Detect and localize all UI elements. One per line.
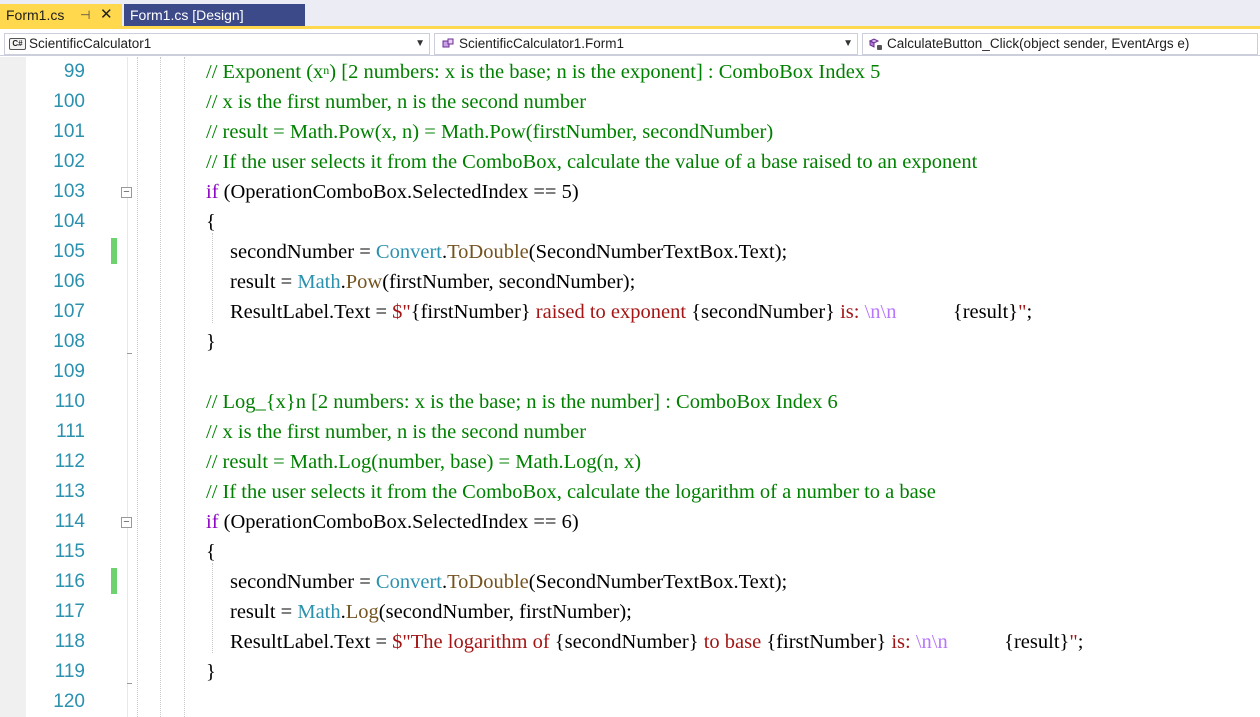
code-line-119[interactable]: }: [206, 657, 216, 687]
class-dropdown[interactable]: ScientificCalculator1.Form1 ▼: [434, 33, 858, 55]
code-line-105[interactable]: secondNumber = Convert.ToDouble(SecondNu…: [230, 237, 787, 267]
code-line-100[interactable]: // x is the first number, n is the secon…: [206, 87, 586, 117]
code-line-112[interactable]: // result = Math.Log(number, base) = Mat…: [206, 447, 641, 477]
code-line-110[interactable]: // Log_{x}n [2 numbers: x is the base; n…: [206, 387, 838, 417]
code-line-101[interactable]: // result = Math.Pow(x, n) = Math.Pow(fi…: [206, 117, 773, 147]
line-number: 101: [53, 121, 85, 142]
indent-guide: [137, 57, 138, 717]
project-dropdown[interactable]: C# ScientificCalculator1 ▼: [4, 33, 430, 55]
indent-guide: [184, 57, 185, 717]
code-line-107[interactable]: ResultLabel.Text = $"{firstNumber} raise…: [230, 297, 1032, 327]
selection-margin[interactable]: [0, 57, 26, 717]
line-number: 109: [53, 361, 85, 382]
line-number: 107: [53, 301, 85, 322]
line-number: 102: [53, 151, 85, 172]
line-number: 106: [53, 271, 85, 292]
indent-guide: [160, 57, 161, 717]
line-number: 99: [63, 61, 85, 82]
line-number: 118: [54, 631, 85, 652]
tab-form1-design[interactable]: Form1.cs [Design]: [124, 4, 305, 26]
line-number: 108: [53, 331, 85, 352]
line-number: 100: [53, 91, 85, 112]
code-line-113[interactable]: // If the user selects it from the Combo…: [206, 477, 936, 507]
collapse-icon[interactable]: −: [121, 517, 132, 528]
line-number: 111: [56, 421, 85, 442]
indent-guide: [212, 563, 213, 653]
tab-label: Form1.cs [Design]: [130, 7, 244, 23]
line-number: 114: [54, 511, 85, 532]
line-number: 115: [54, 541, 85, 562]
outline-margin-line: [127, 57, 128, 717]
code-line-106[interactable]: result = Math.Pow(firstNumber, secondNum…: [230, 267, 635, 297]
method-icon: [868, 38, 882, 50]
tab-label: Form1.cs: [6, 7, 65, 23]
member-dropdown-label: CalculateButton_Click(object sender, Eve…: [887, 36, 1190, 51]
code-line-102[interactable]: // If the user selects it from the Combo…: [206, 147, 977, 177]
line-number: 119: [54, 661, 85, 682]
project-dropdown-label: ScientificCalculator1: [29, 36, 152, 51]
line-number: 105: [53, 241, 85, 262]
member-dropdown[interactable]: CalculateButton_Click(object sender, Eve…: [862, 33, 1258, 55]
change-marker: [111, 568, 117, 594]
line-number: 110: [54, 391, 85, 412]
line-number: 112: [54, 451, 85, 472]
change-marker: [111, 238, 117, 264]
tab-form1-cs[interactable]: Form1.cs ⊣ ✕: [0, 4, 122, 26]
indent-guide: [212, 233, 213, 323]
code-line-114[interactable]: if (OperationComboBox.SelectedIndex == 6…: [206, 507, 579, 537]
code-line-111[interactable]: // x is the first number, n is the secon…: [206, 417, 586, 447]
class-dropdown-label: ScientificCalculator1.Form1: [459, 36, 625, 51]
code-line-104[interactable]: {: [206, 207, 216, 237]
code-line-116[interactable]: secondNumber = Convert.ToDouble(SecondNu…: [230, 567, 787, 597]
line-number: 116: [54, 571, 85, 592]
line-number: 117: [54, 601, 85, 622]
chevron-down-icon: ▼: [843, 38, 853, 49]
code-line-99[interactable]: // Exponent (xn) [2 numbers: x is the ba…: [206, 57, 880, 87]
csharp-project-icon: C#: [9, 38, 26, 50]
navigation-bar: C# ScientificCalculator1 ▼ ScientificCal…: [0, 32, 1260, 56]
code-line-118[interactable]: ResultLabel.Text = $"The logarithm of {s…: [230, 627, 1083, 657]
code-line-103[interactable]: if (OperationComboBox.SelectedIndex == 5…: [206, 177, 579, 207]
code-line-115[interactable]: {: [206, 537, 216, 567]
code-editor[interactable]: − − 99 100 101 102 103 104 105 106 107 1…: [0, 57, 1260, 717]
fold-end-marker: [127, 683, 132, 684]
code-line-117[interactable]: result = Math.Log(secondNumber, firstNum…: [230, 597, 632, 627]
close-icon[interactable]: ✕: [100, 4, 113, 26]
code-line-108[interactable]: }: [206, 327, 216, 357]
class-icon: [442, 38, 454, 48]
fold-end-marker: [127, 353, 132, 354]
line-number: 104: [53, 211, 85, 232]
line-number: 120: [53, 691, 85, 712]
line-number: 103: [53, 181, 85, 202]
chevron-down-icon: ▼: [415, 38, 425, 49]
collapse-icon[interactable]: −: [121, 187, 132, 198]
pin-icon[interactable]: ⊣: [80, 4, 90, 26]
line-number: 113: [54, 481, 85, 502]
document-tab-strip: Form1.cs ⊣ ✕ Form1.cs [Design]: [0, 0, 1260, 29]
